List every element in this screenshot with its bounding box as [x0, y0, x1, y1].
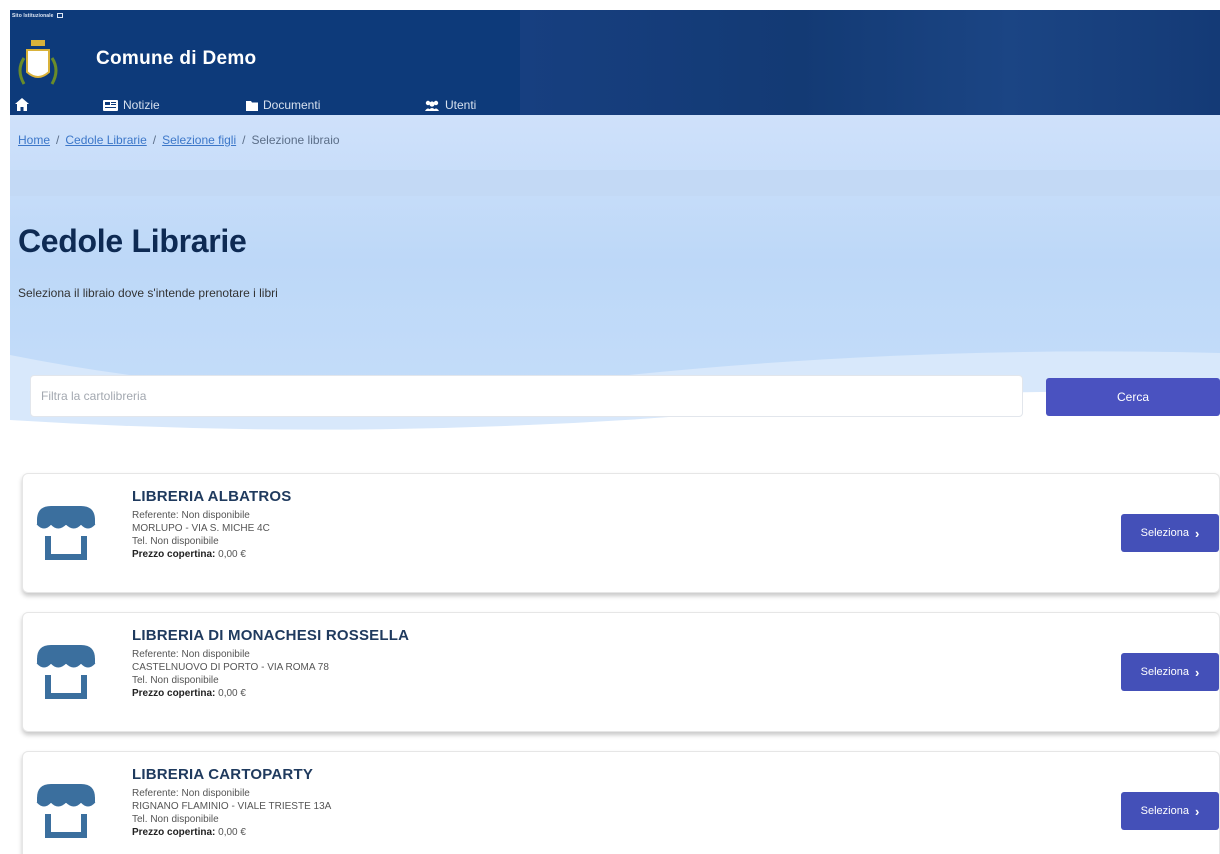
select-shop-button[interactable]: Seleziona › [1121, 514, 1219, 552]
breadcrumb-current: Selezione libraio [251, 133, 340, 147]
shop-address: MORLUPO - VIA S. MICHE 4C [132, 523, 270, 534]
nav-label-notizie: Notizie [123, 98, 160, 112]
breadcrumb-separator: / [56, 133, 60, 147]
shop-icon [36, 506, 96, 560]
shop-icon [36, 645, 96, 699]
shop-name: LIBRERIA ALBATROS [132, 488, 292, 505]
shop-price-label: Prezzo copertina: [132, 827, 216, 838]
shop-phone: Tel. Non disponibile [132, 536, 219, 547]
municipality-logo[interactable] [18, 38, 58, 88]
chevron-right-icon: › [1194, 803, 1200, 819]
shop-phone: Tel. Non disponibile [132, 675, 219, 686]
select-button-label: Seleziona [1140, 666, 1189, 678]
header-background [520, 10, 1220, 115]
shop-card: LIBRERIA ALBATROS Referente: Non disponi… [22, 473, 1220, 593]
external-link-icon [56, 13, 63, 19]
breadcrumb-home[interactable]: Home [18, 133, 50, 147]
shop-address: CASTELNUOVO DI PORTO - VIA ROMA 78 [132, 662, 329, 673]
shop-price-value: 0,00 € [218, 549, 246, 560]
shop-price: Prezzo copertina: 0,00 € [132, 548, 292, 561]
chevron-right-icon: › [1194, 664, 1200, 680]
shop-name: LIBRERIA CARTOPARTY [132, 766, 314, 783]
slim-header-label: Sito Istituzionale [12, 13, 54, 19]
chevron-right-icon: › [1194, 525, 1200, 541]
nav-item-documenti[interactable]: Documenti [246, 98, 320, 112]
shop-price: Prezzo copertina: 0,00 € [132, 687, 409, 700]
page-title: Cedole Librarie [18, 223, 247, 259]
nav-item-utenti[interactable]: Utenti [424, 98, 476, 112]
shop-card: LIBRERIA CARTOPARTY Referente: Non dispo… [22, 751, 1220, 854]
select-button-label: Seleziona [1140, 805, 1189, 817]
shop-address: RIGNANO FLAMINIO - VIALE TRIESTE 13A [132, 801, 332, 812]
select-shop-button[interactable]: Seleziona › [1121, 792, 1219, 830]
nav-item-notizie[interactable]: Notizie [103, 98, 160, 112]
filter-shop-input[interactable] [30, 375, 1023, 417]
newspaper-icon [103, 99, 118, 111]
shop-info: LIBRERIA CARTOPARTY Referente: Non dispo… [132, 766, 331, 839]
breadcrumb-selezione-figli[interactable]: Selezione figli [162, 133, 236, 147]
breadcrumb-cedole-librarie[interactable]: Cedole Librarie [65, 133, 146, 147]
shop-info: LIBRERIA ALBATROS Referente: Non disponi… [132, 488, 292, 561]
shop-referente: Referente: Non disponibile [132, 510, 250, 521]
shop-price-label: Prezzo copertina: [132, 549, 216, 560]
shop-icon [36, 784, 96, 838]
shop-price-value: 0,00 € [218, 827, 246, 838]
shop-name: LIBRERIA DI MONACHESI ROSSELLA [132, 627, 410, 644]
shop-card: LIBRERIA DI MONACHESI ROSSELLA Referente… [22, 612, 1220, 732]
page-subtitle: Seleziona il libraio dove s'intende pren… [18, 286, 278, 300]
home-icon[interactable] [15, 98, 29, 111]
breadcrumb-separator: / [242, 133, 246, 147]
breadcrumb: Home / Cedole Librarie / Selezione figli / Sel… [18, 133, 340, 147]
select-shop-button[interactable]: Seleziona › [1121, 653, 1219, 691]
folder-icon [246, 100, 258, 111]
main-nav: Notizie Documenti Utenti [10, 96, 520, 115]
users-icon [425, 100, 439, 111]
breadcrumb-separator: / [152, 133, 157, 147]
site-brand-title[interactable]: Comune di Demo [96, 48, 256, 70]
shop-referente: Referente: Non disponibile [132, 788, 250, 799]
search-button[interactable]: Cerca [1046, 378, 1220, 416]
shop-price-value: 0,00 € [218, 688, 246, 699]
nav-label-documenti: Documenti [263, 98, 321, 112]
shop-referente: Referente: Non disponibile [132, 649, 250, 660]
nav-label-utenti: Utenti [445, 98, 477, 112]
site-header: Sito Istituzionale Comune di Demo Notizi… [10, 10, 1220, 115]
shop-price-label: Prezzo copertina: [132, 688, 216, 699]
select-button-label: Seleziona [1140, 527, 1189, 539]
shop-info: LIBRERIA DI MONACHESI ROSSELLA Referente… [132, 627, 409, 700]
slim-header-link[interactable]: Sito Istituzionale [12, 13, 63, 19]
shop-phone: Tel. Non disponibile [132, 814, 219, 825]
shop-price: Prezzo copertina: 0,00 € [132, 826, 331, 839]
